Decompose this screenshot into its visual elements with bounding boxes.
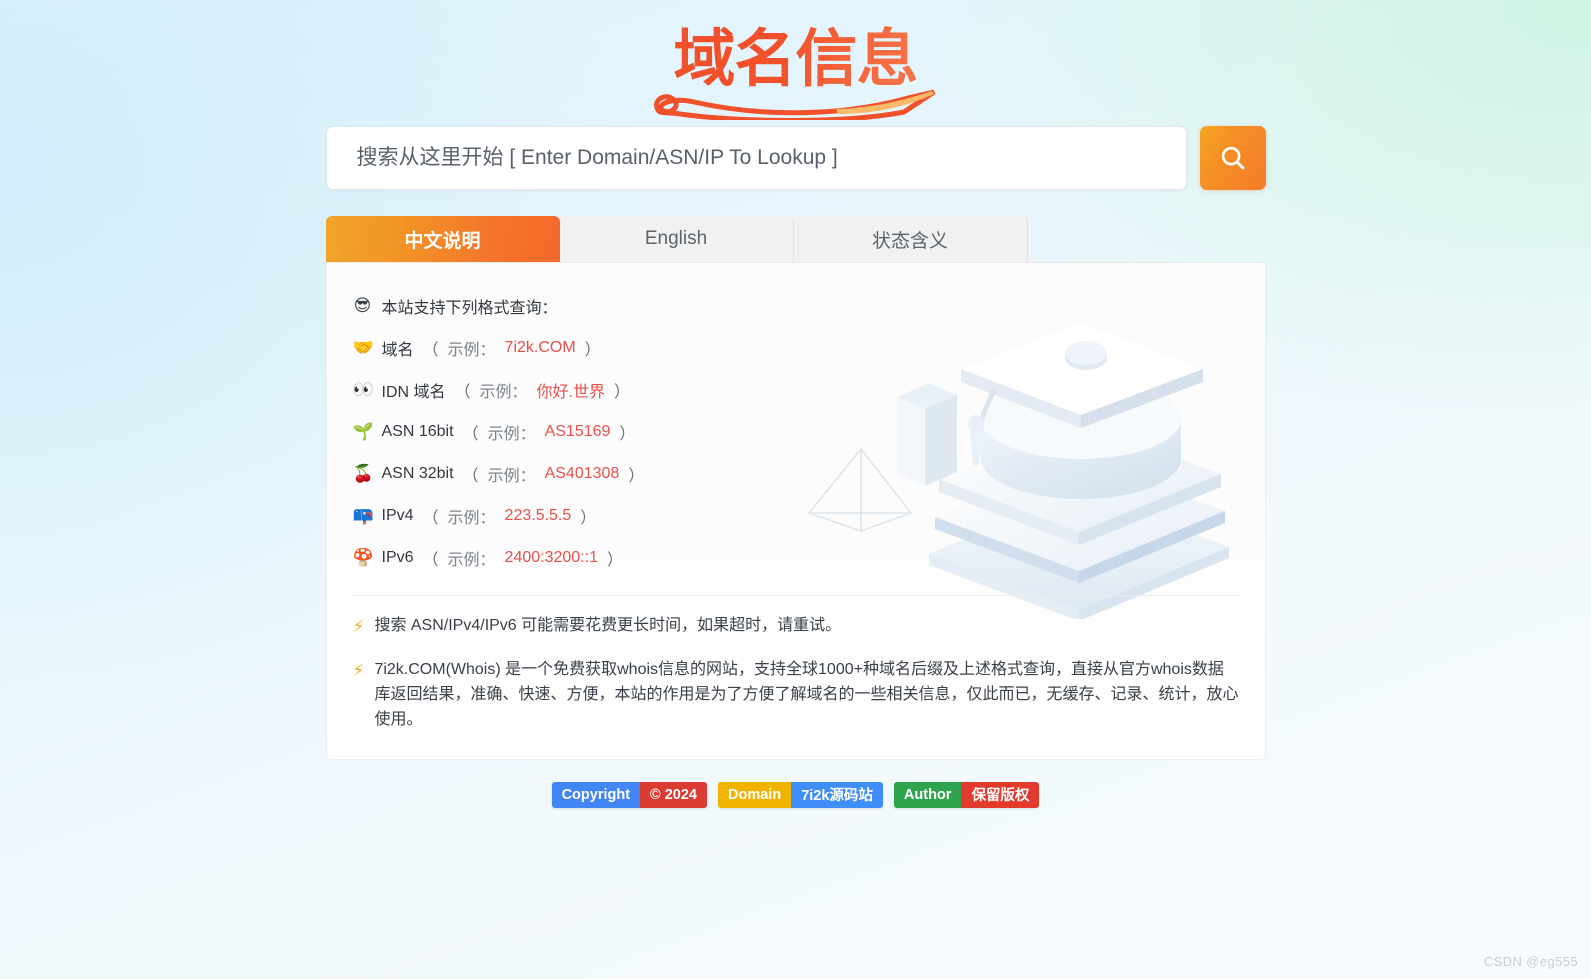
eyes-emoji-icon: 👀 [352,379,374,400]
note-text: 7i2k.COM(Whois) 是一个免费获取whois信息的网站，支持全球10… [374,661,1239,728]
format-row-domain: 🤝 域名 （ 示例： 7i2k.COM ） [353,327,1239,369]
paren-open: （ [454,384,471,401]
format-heading-row: 😎 本站支持下列格式查询： [353,285,1239,327]
tab-label: English [644,228,708,249]
lightning-bolt-icon: ⚡ [352,661,365,682]
tab-label: 中文说明 [404,230,481,252]
example-label: 示例： [447,552,496,569]
tab-bar: 中文说明 English 状态含义 [325,216,1266,262]
format-label: IPv6 [381,549,414,566]
example-value: 7i2k.COM [504,339,576,356]
tab-english[interactable]: English [559,216,794,262]
paren-close: ） [628,468,645,485]
paren-close: ） [619,426,636,443]
help-panel: 😎 本站支持下列格式查询： 🤝 域名 （ 示例： 7i2k.COM ） 👀 ID… [325,262,1266,760]
paren-open: （ [462,468,479,485]
example-value: AS401308 [544,465,620,482]
sunglasses-face-emoji-icon: 😎 [353,295,372,316]
csdn-watermark: CSDN @eg555 [1483,954,1578,969]
format-row-idn: 👀 IDN 域名 （ 示例： 你好.世界 ） [353,369,1239,411]
search-icon [1221,146,1244,170]
format-label: IPv4 [381,507,414,524]
badge-left-label: Domain [718,781,792,808]
search-bar [325,126,1266,190]
tab-label: 状态含义 [871,230,948,252]
site-header: 域名信息 [0,0,1591,120]
cherries-emoji-icon: 🍒 [352,463,374,484]
paren-close: ） [614,384,631,401]
format-label: ASN 32bit [381,465,454,482]
site-logo: 域名信息 [646,22,946,120]
format-row-asn16: 🌱 ASN 16bit （ 示例： AS15169 ） [353,411,1239,453]
badge-copyright[interactable]: Copyright © 2024 [551,781,708,808]
example-value: 223.5.5.5 [504,507,572,524]
example-value: 你好.世界 [536,384,605,401]
tab-chinese-help[interactable]: 中文说明 [325,216,560,262]
paren-close: ） [606,552,623,569]
note-text: 搜索 ASN/IPv4/IPv6 可能需要花费更长时间，如果超时，请重试。 [374,617,842,634]
paren-open: （ [462,426,479,443]
example-label: 示例： [447,510,496,527]
badge-left-label: Author [893,781,962,808]
tab-status-meaning[interactable]: 状态含义 [793,216,1028,262]
format-row-ipv6: 🍄 IPv6 （ 示例： 2400:3200::1 ） [353,537,1239,579]
format-label: IDN 域名 [381,384,446,401]
example-label: 示例： [479,384,528,401]
badge-domain[interactable]: Domain 7i2k源码站 [718,781,883,808]
format-row-ipv4: 📪 IPv4 （ 示例： 223.5.5.5 ） [353,495,1239,537]
seedling-emoji-icon: 🌱 [352,421,374,442]
example-label: 示例： [487,426,536,443]
note-timeout: ⚡ 搜索 ASN/IPv4/IPv6 可能需要花费更长时间，如果超时，请重试。 [353,614,1239,640]
search-button[interactable] [1199,126,1266,190]
format-label: 域名 [381,342,414,359]
search-input-container[interactable] [325,126,1187,190]
paren-close: ） [580,510,597,527]
mushroom-emoji-icon: 🍄 [352,547,374,568]
lightning-bolt-icon: ⚡ [352,617,365,637]
badge-right-label: © 2024 [640,781,708,808]
format-list: 😎 本站支持下列格式查询： 🤝 域名 （ 示例： 7i2k.COM ） 👀 ID… [353,285,1239,579]
format-label: ASN 16bit [381,423,454,440]
note-about: ⚡ 7i2k.COM(Whois) 是一个免费获取whois信息的网站，支持全球… [353,658,1239,732]
panel-divider [352,595,1239,596]
format-row-asn32: 🍒 ASN 32bit （ 示例： AS401308 ） [353,453,1239,495]
badge-right-label: 保留版权 [961,781,1040,808]
footer-badges: Copyright © 2024 Domain 7i2k源码站 Author 保… [326,781,1266,808]
example-label: 示例： [487,468,536,485]
example-value: AS15169 [544,423,611,440]
badge-right-label: 7i2k源码站 [791,781,883,808]
example-label: 示例： [447,342,496,359]
mailbox-emoji-icon: 📪 [352,505,374,526]
paren-open: （ [422,552,439,569]
handshake-emoji-icon: 🤝 [352,337,374,358]
paren-open: （ [422,510,439,527]
badge-author[interactable]: Author 保留版权 [893,781,1040,808]
search-input[interactable] [356,146,1156,170]
paren-open: （ [422,342,439,359]
logo-swoosh-decoration [653,89,935,120]
example-value: 2400:3200::1 [504,549,598,566]
format-heading-text: 本站支持下列格式查询： [381,300,558,317]
badge-left-label: Copyright [551,781,641,808]
paren-close: ） [584,342,601,359]
